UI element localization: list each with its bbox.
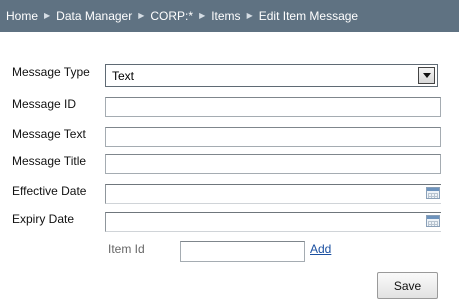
expiry-date-label: Expiry Date [12, 212, 75, 226]
breadcrumb-separator-icon: ▶ [44, 10, 51, 20]
breadcrumb-separator-icon: ▶ [199, 10, 206, 20]
message-title-field[interactable] [105, 154, 441, 174]
calendar-icon[interactable] [426, 187, 440, 199]
message-id-label: Message ID [12, 97, 77, 111]
breadcrumb-separator-icon: ▶ [246, 10, 253, 20]
breadcrumb: Home ▶ Data Manager ▶ CORP:* ▶ Items ▶ E… [0, 0, 459, 32]
message-type-label: Message Type [12, 65, 90, 79]
save-button[interactable]: Save [377, 272, 438, 299]
breadcrumb-data-manager[interactable]: Data Manager [56, 9, 132, 23]
breadcrumb-corp[interactable]: CORP:* [150, 9, 193, 23]
effective-date-field[interactable] [105, 184, 441, 204]
message-type-value: Text [112, 69, 135, 83]
calendar-icon[interactable] [426, 215, 440, 227]
message-text-label: Message Text [12, 127, 86, 141]
effective-date-label: Effective Date [12, 184, 87, 198]
message-id-field[interactable] [105, 97, 441, 117]
breadcrumb-items[interactable]: Items [211, 9, 240, 23]
message-title-label: Message Title [12, 154, 87, 168]
add-item-link[interactable]: Add [310, 242, 331, 256]
expiry-date-field[interactable] [105, 212, 441, 232]
breadcrumb-separator-icon: ▶ [138, 10, 145, 20]
message-type-select[interactable]: Text [105, 64, 438, 87]
breadcrumb-current: Edit Item Message [258, 9, 359, 23]
item-id-label: Item Id [108, 242, 145, 256]
chevron-down-icon[interactable] [418, 67, 435, 84]
message-text-field[interactable] [105, 127, 441, 147]
item-id-field[interactable] [180, 241, 305, 262]
breadcrumb-home[interactable]: Home [6, 9, 38, 23]
